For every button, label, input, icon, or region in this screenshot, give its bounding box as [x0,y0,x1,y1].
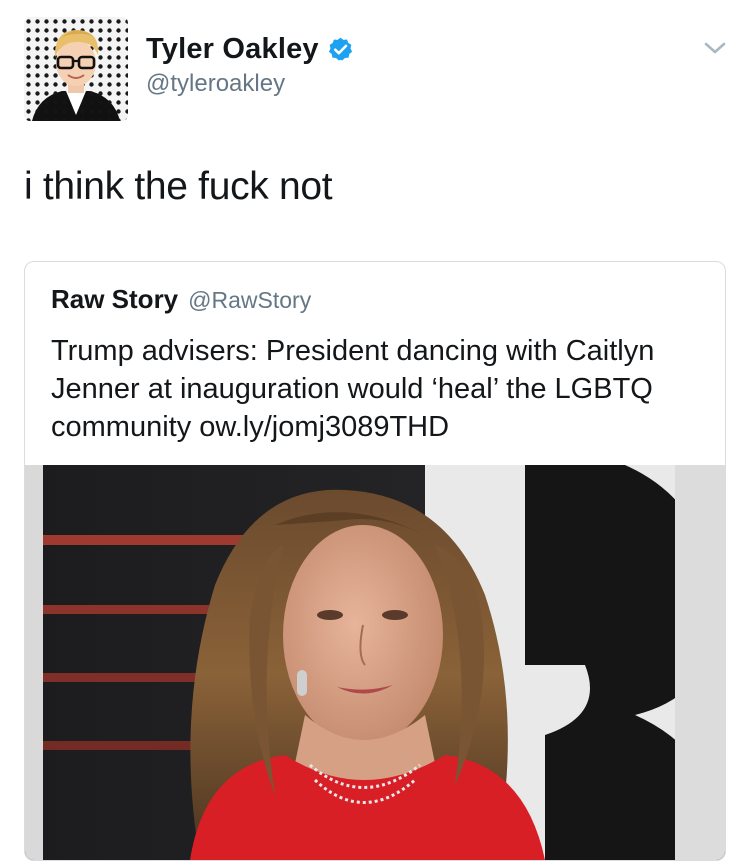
author-name-row[interactable]: Tyler Oakley [146,30,354,68]
author-display-name[interactable]: Tyler Oakley [146,33,319,66]
quoted-tweet-header: Raw Story @RawStory [51,284,311,315]
quoted-tweet-photo[interactable] [25,465,725,860]
tweet-text: i think the fuck not [24,165,333,208]
quoted-author-name: Raw Story [51,284,179,314]
avatar-image [24,17,128,121]
chevron-down-icon[interactable] [703,40,727,56]
author-avatar[interactable] [24,17,128,121]
tweet-card: Tyler Oakley @tyleroakley i think the fu… [0,0,750,866]
author-handle[interactable]: @tyleroakley [146,70,285,98]
verified-badge-icon [327,36,354,63]
quoted-tweet[interactable]: Raw Story @RawStory Trump advisers: Pres… [24,261,726,861]
quoted-author-handle: @RawStory [188,287,312,313]
photo-image [25,465,725,860]
quoted-tweet-text: Trump advisers: President dancing with C… [51,335,655,443]
